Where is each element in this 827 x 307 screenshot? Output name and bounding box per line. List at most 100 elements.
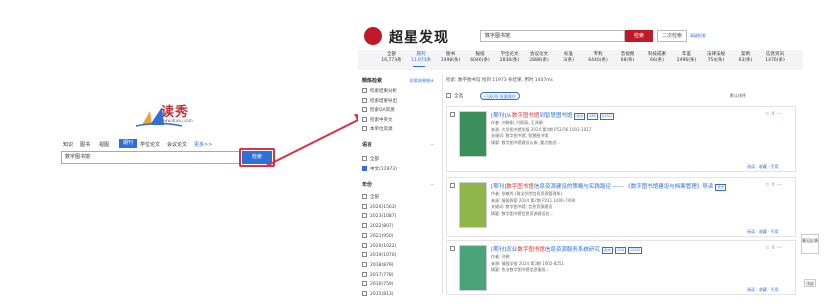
sidebar-option[interactable]: 全部 bbox=[362, 156, 379, 162]
category-tab[interactable]: 信息资讯 1476(条) bbox=[764, 52, 787, 64]
category-tab[interactable]: 音视频 68(条) bbox=[616, 52, 639, 64]
checkbox-icon[interactable] bbox=[362, 116, 367, 122]
result-actions[interactable]: 阅读 · 收藏 · 引用 bbox=[747, 164, 779, 171]
checkbox-icon[interactable] bbox=[362, 126, 367, 131]
duxiu-tab-more[interactable]: 更多>> bbox=[194, 141, 212, 148]
category-tab[interactable]: 年鉴 2496(条) bbox=[675, 52, 698, 64]
sidebar-option[interactable]: 2020(1022) bbox=[362, 242, 396, 249]
duxiu-tab-view[interactable]: 视图 bbox=[99, 141, 109, 148]
duxiu-tab-books[interactable]: 图书 bbox=[80, 141, 90, 148]
checkbox-icon[interactable] bbox=[362, 271, 367, 277]
result-title[interactable]: [期刊]农业数字图书馆信息资源服务系统研究 北大 CSA CSSCI bbox=[491, 245, 761, 254]
checkbox-icon[interactable] bbox=[450, 112, 455, 117]
checkbox-icon[interactable] bbox=[362, 88, 367, 93]
category-tab[interactable]: 会议论文 2888(条) bbox=[528, 52, 551, 64]
journal-cover-image[interactable] bbox=[459, 111, 487, 157]
category-tab[interactable]: 专利 6440(条) bbox=[587, 52, 610, 64]
tag-badge: CSA bbox=[614, 247, 626, 254]
category-count: 3(条) bbox=[563, 58, 574, 63]
checkbox-icon[interactable] bbox=[362, 281, 367, 287]
sidebar-option[interactable]: 2015(813) bbox=[362, 291, 394, 297]
result-title-highlight: 数字图书馆 bbox=[517, 247, 545, 253]
duxiu-tab-thesis[interactable]: 学位论文 bbox=[140, 141, 160, 148]
duxiu-tab-journal[interactable]: 期刊 bbox=[119, 139, 137, 148]
sidebar-option[interactable]: 检索OA资源 bbox=[362, 107, 395, 113]
checkbox-icon[interactable] bbox=[362, 107, 367, 112]
category-tab[interactable]: 科技成果 66(条) bbox=[646, 52, 669, 64]
favorite-icon[interactable]: ☆ ⇪ ⋯ bbox=[765, 245, 782, 251]
feedback-panel[interactable]: 意见反馈 bbox=[801, 234, 819, 254]
category-tab[interactable]: 图书 1498(条) bbox=[439, 52, 462, 64]
sidebar-option[interactable]: 全部 bbox=[362, 194, 379, 200]
scroll-top-button[interactable]: 顶部 bbox=[804, 279, 816, 287]
category-tab[interactable]: 标准 3(条) bbox=[557, 52, 580, 64]
favorite-icon[interactable]: ☆ ⇪ ⋯ bbox=[765, 111, 782, 117]
sidebar-option-label: 2018(879) bbox=[370, 262, 394, 268]
duxiu-tab-knowledge[interactable]: 知识 bbox=[63, 141, 73, 148]
sidebar-option[interactable]: 2018(879) bbox=[362, 261, 394, 268]
duxiu-search-input[interactable]: 数字图书馆 bbox=[61, 151, 241, 164]
sidebar-option[interactable]: 2022(807) bbox=[362, 223, 394, 229]
secondary-search-button[interactable]: 二次检索 bbox=[657, 30, 687, 42]
checkbox-icon[interactable] bbox=[362, 165, 367, 171]
sidebar-option-label: 本单位资源 bbox=[370, 127, 393, 132]
year-title: 年份 bbox=[362, 182, 373, 188]
checkbox-icon[interactable] bbox=[362, 242, 367, 248]
sidebar-option[interactable]: 2023(1087) bbox=[362, 213, 396, 219]
advanced-search-link[interactable]: 高级检索 bbox=[690, 33, 706, 39]
checkbox-icon[interactable] bbox=[362, 252, 367, 258]
checkbox-icon[interactable] bbox=[446, 93, 451, 98]
sidebar-option[interactable]: 2021(950) bbox=[362, 232, 394, 239]
export-button[interactable]: 已选0项 批量操作 bbox=[480, 92, 520, 100]
sidebar-option[interactable]: 2017(778) bbox=[362, 271, 394, 278]
checkbox-icon[interactable] bbox=[362, 232, 367, 238]
result-type: [期刊] bbox=[491, 247, 507, 253]
duxiu-tab-conference[interactable]: 会议论文 bbox=[167, 141, 187, 148]
result-title-post: 信息资源建设的策略与实践路径 —— 《数字图书馆建设与档案管理》导读 bbox=[533, 184, 714, 190]
chevron-down-icon[interactable]: ⌄ bbox=[430, 181, 434, 187]
sidebar-option[interactable]: 2024(1563) bbox=[362, 203, 396, 210]
category-tab[interactable]: 学位论文 2836(条) bbox=[498, 52, 521, 64]
result-title[interactable]: [期刊]数字图书馆信息资源建设的策略与实践路径 —— 《数字图书馆建设与档案管理… bbox=[491, 182, 761, 191]
checkbox-icon[interactable] bbox=[362, 97, 367, 103]
chaoxing-search-button[interactable]: 检索 bbox=[625, 30, 653, 42]
tag-badge: 北大 bbox=[715, 184, 727, 191]
category-tab[interactable]: 期刊 11,973条 bbox=[410, 52, 433, 64]
result-card: [期刊]农业数字图书馆信息资源服务系统研究 北大 CSA CSSCI 作者: 孙晓 来源:… bbox=[446, 240, 796, 295]
chevron-down-icon[interactable]: ⌄ bbox=[430, 141, 434, 147]
checkbox-icon[interactable] bbox=[362, 291, 367, 296]
category-tab[interactable]: 法律法规 754(条) bbox=[705, 52, 728, 64]
sidebar-option[interactable]: 本单位资源 bbox=[362, 126, 393, 132]
category-count: 754(条) bbox=[707, 58, 725, 63]
favorite-icon[interactable]: ☆ ⇪ ⋯ bbox=[765, 182, 782, 188]
sidebar-option[interactable]: 检索中英文 bbox=[362, 116, 393, 123]
sort-dropdown[interactable]: 默认排序 bbox=[730, 93, 746, 99]
checkbox-icon[interactable] bbox=[362, 261, 367, 267]
checkbox-icon[interactable] bbox=[362, 213, 367, 219]
journal-cover-image[interactable] bbox=[459, 245, 487, 291]
select-all-checkbox[interactable]: 全选 bbox=[446, 93, 463, 99]
category-tab[interactable]: 报纸 6046(条) bbox=[469, 52, 492, 64]
checkbox-icon[interactable] bbox=[362, 223, 367, 229]
result-title[interactable]: [期刊]从数字图书馆到智慧图书馆 北大 AMI CSSCI bbox=[491, 111, 761, 120]
chaoxing-search-input[interactable]: 数字图书馆 bbox=[480, 30, 625, 42]
checkbox-icon[interactable] bbox=[362, 156, 367, 161]
checkbox-icon[interactable] bbox=[362, 194, 367, 199]
category-tab[interactable]: 全部 16,773条 bbox=[380, 52, 403, 64]
sidebar-option[interactable]: 2019(1070) bbox=[362, 252, 396, 258]
sidebar-option[interactable]: 检索结果分析 bbox=[362, 88, 397, 94]
checkbox-icon[interactable] bbox=[450, 183, 455, 188]
sidebar-option-label: 全部 bbox=[370, 157, 379, 162]
result-actions[interactable]: 阅读 · 收藏 · 引用 bbox=[747, 287, 779, 294]
result-card: [期刊]数字图书馆信息资源建设的策略与实践路径 —— 《数字图书馆建设与档案管理… bbox=[446, 177, 796, 237]
sidebar-option[interactable]: 检索结果导出 bbox=[362, 97, 397, 104]
result-meta: 摘要: 数字图书馆信息资源建设应... bbox=[491, 210, 554, 216]
sidebar-option[interactable]: 2016(759) bbox=[362, 281, 394, 287]
category-tab[interactable]: 案例 63(条) bbox=[734, 52, 757, 64]
checkbox-icon[interactable] bbox=[450, 246, 455, 251]
journal-cover-image[interactable] bbox=[459, 182, 487, 228]
sidebar-option[interactable]: 中文(11973) bbox=[362, 165, 397, 172]
checkbox-icon[interactable] bbox=[362, 203, 367, 209]
refine-link[interactable]: 检索结果统计 bbox=[410, 78, 434, 84]
result-actions[interactable]: 阅读 · 收藏 · 引用 bbox=[747, 229, 779, 236]
